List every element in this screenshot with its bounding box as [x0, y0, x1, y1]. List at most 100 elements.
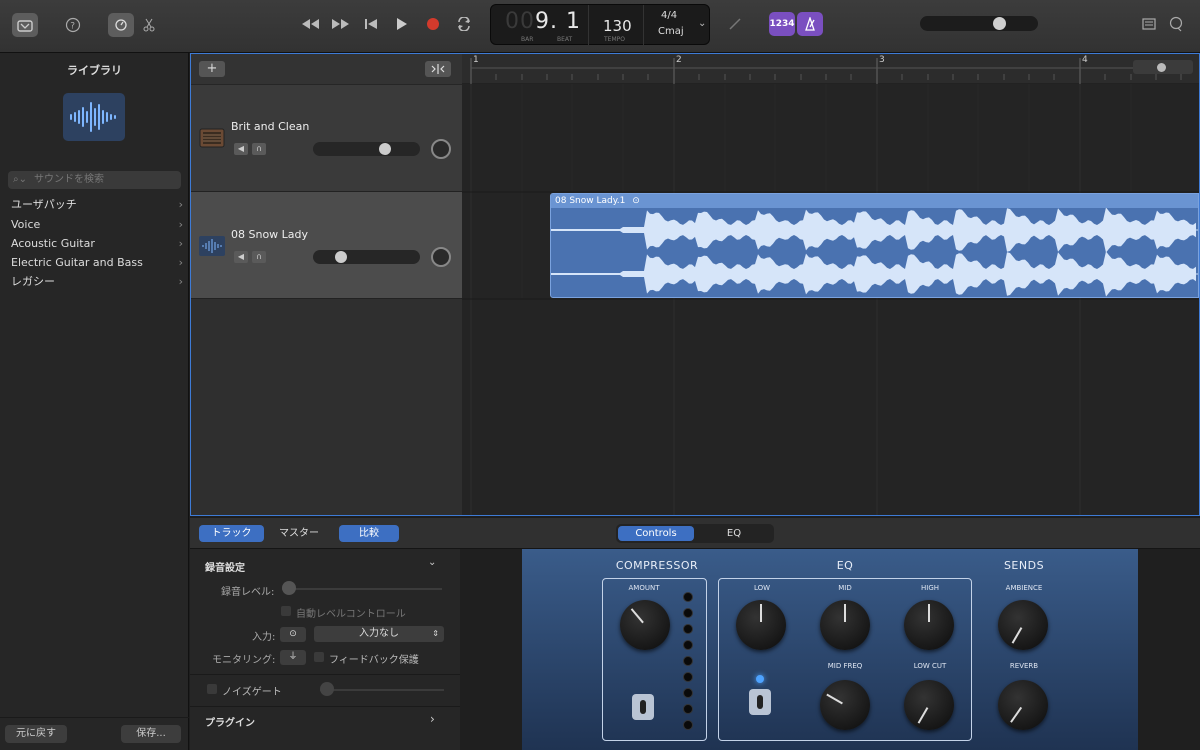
lcd-beat-label: BEAT — [557, 36, 573, 43]
chevron-down-icon[interactable]: ⌄ — [428, 557, 436, 568]
noise-gate-thumb[interactable] — [320, 682, 334, 696]
pan-knob[interactable] — [431, 139, 451, 159]
tuner-icon[interactable] — [722, 12, 748, 36]
amount-label: AMOUNT — [628, 584, 660, 592]
record-icon[interactable] — [420, 12, 446, 36]
cycle-icon[interactable] — [451, 12, 477, 36]
feedback-checkbox[interactable] — [314, 652, 324, 662]
chevron-right-icon: › — [178, 275, 183, 288]
lcd-display[interactable]: 00 9. 1 BAR BEAT 130 TEMPO 4/4 Cmaj ⌄ — [490, 4, 710, 46]
catch-playhead-icon[interactable] — [425, 61, 451, 77]
stereo-link-icon: ⊙ — [632, 196, 640, 206]
library-item-label: Acoustic Guitar — [11, 237, 95, 250]
chevron-right-icon: › — [178, 198, 183, 211]
library-item-user-patches[interactable]: ユーザパッチ › — [0, 195, 189, 214]
mute-icon[interactable]: ◀︎ — [234, 251, 248, 263]
eq-mid-freq-knob[interactable] — [820, 680, 870, 730]
ruler-bar-4: 4 — [1082, 55, 1088, 65]
eq-mid-knob[interactable] — [820, 600, 870, 650]
track-name[interactable]: Brit and Clean — [231, 120, 309, 133]
scissors-icon[interactable] — [136, 13, 162, 37]
master-volume-slider[interactable] — [920, 16, 1038, 31]
library-item-acoustic-guitar[interactable]: Acoustic Guitar › — [0, 234, 189, 253]
library-item-electric-guitar-bass[interactable]: Electric Guitar and Bass › — [0, 253, 189, 272]
timeline[interactable]: 08 Snow Lady.1 ⊙ — [462, 84, 1199, 515]
library-search-input[interactable]: ⌕⌄ サウンドを検索 — [8, 171, 181, 189]
tab-controls[interactable]: Controls — [618, 526, 694, 541]
toggle-lever — [757, 695, 763, 709]
rec-level-slider[interactable] — [282, 588, 442, 590]
region-title: 08 Snow Lady.1 ⊙ — [551, 194, 1198, 208]
note-pad-icon[interactable] — [1136, 12, 1162, 36]
library-item-voice[interactable]: Voice › — [0, 215, 189, 234]
pan-knob[interactable] — [431, 247, 451, 267]
revert-button[interactable]: 元に戻す — [5, 725, 67, 743]
zoom-slider-thumb[interactable] — [1157, 63, 1166, 72]
input-select-value: 入力なし — [359, 628, 399, 639]
go-to-beginning-icon[interactable] — [358, 12, 384, 36]
volume-thumb[interactable] — [335, 251, 348, 263]
amount-knob[interactable] — [620, 600, 670, 650]
tab-master[interactable]: マスター — [268, 525, 330, 542]
loop-browser-icon[interactable] — [1163, 12, 1189, 36]
noise-gate-checkbox[interactable] — [207, 684, 217, 694]
plugins-title[interactable]: プラグイン — [205, 714, 255, 729]
play-icon[interactable] — [389, 12, 415, 36]
fast-forward-icon[interactable] — [328, 12, 354, 36]
eq-low-knob[interactable] — [736, 600, 786, 650]
library-item-label: レガシー — [11, 275, 55, 288]
library-item-label: Electric Guitar and Bass — [11, 256, 143, 269]
add-track-button[interactable]: + — [199, 61, 225, 77]
recording-settings-title[interactable]: 録音設定 — [205, 559, 245, 574]
tab-eq[interactable]: EQ — [696, 526, 772, 541]
zoom-slider[interactable] — [1133, 60, 1193, 74]
track-volume-slider[interactable] — [313, 250, 420, 264]
master-volume-thumb[interactable] — [993, 17, 1006, 30]
monitoring-icon[interactable]: ⏚ — [280, 650, 306, 665]
headphones-icon[interactable]: ∩ — [252, 143, 266, 155]
volume-thumb[interactable] — [378, 143, 391, 155]
noise-gate-slider[interactable] — [320, 689, 444, 691]
eq-low-cut-knob[interactable] — [904, 680, 954, 730]
divider — [0, 717, 189, 718]
count-in-button[interactable]: 1234 — [769, 12, 795, 36]
track-name[interactable]: 08 Snow Lady — [231, 228, 308, 241]
eq-toggle-switch[interactable] — [749, 689, 771, 715]
reverb-knob[interactable] — [998, 680, 1048, 730]
smart-controls-icon[interactable] — [108, 13, 134, 37]
stereo-input-icon[interactable]: ⊙ — [280, 627, 306, 642]
track-header[interactable]: 08 Snow Lady ◀︎ ∩ — [191, 192, 462, 299]
compare-button[interactable]: 比較 — [339, 525, 399, 542]
track-header[interactable]: Brit and Clean ◀︎ ∩ — [191, 85, 462, 192]
input-select[interactable]: 入力なし ⇕ — [314, 626, 444, 642]
lcd-dropdown-icon[interactable]: ⌄ — [698, 18, 706, 29]
track-volume-slider[interactable] — [313, 142, 420, 156]
chevron-right-icon[interactable]: › — [430, 712, 435, 726]
rewind-icon[interactable] — [297, 12, 323, 36]
compressor-toggle-switch[interactable] — [632, 694, 654, 720]
toolbar: ? 00 9. 1 BAR BEAT 130 TEMPO 4/4 Cmaj ⌄ … — [0, 0, 1200, 53]
monitoring-label: モニタリング: — [212, 655, 276, 666]
chevron-right-icon: › — [178, 256, 183, 269]
eq-mid-label: MID — [838, 584, 852, 592]
eq-high-knob[interactable] — [904, 600, 954, 650]
headphones-icon[interactable]: ∩ — [252, 251, 266, 263]
rec-level-label: 録音レベル: — [221, 587, 275, 598]
amp-controls-panel: COMPRESSOR AMOUNT EQ LOW MID HIGH MID FR… — [522, 549, 1138, 750]
library-toggle-icon[interactable] — [12, 13, 38, 37]
auto-level-checkbox[interactable] — [281, 606, 291, 616]
metronome-icon[interactable] — [797, 12, 823, 36]
meter-led — [683, 624, 693, 634]
save-button[interactable]: 保存... — [121, 725, 181, 743]
timeline-ruler[interactable]: 1 2 3 4 — [462, 54, 1199, 84]
rec-level-thumb[interactable] — [282, 581, 296, 595]
library-item-legacy[interactable]: レガシー › — [0, 272, 189, 291]
ambience-knob[interactable] — [998, 600, 1048, 650]
mute-icon[interactable]: ◀︎ — [234, 143, 248, 155]
audio-region[interactable]: 08 Snow Lady.1 ⊙ — [550, 193, 1199, 298]
tab-track[interactable]: トラック — [199, 525, 264, 542]
eq-low-label: LOW — [753, 584, 771, 592]
help-icon[interactable]: ? — [60, 13, 86, 37]
ruler-bar-1: 1 — [473, 55, 479, 65]
reverb-label: REVERB — [1009, 662, 1039, 670]
